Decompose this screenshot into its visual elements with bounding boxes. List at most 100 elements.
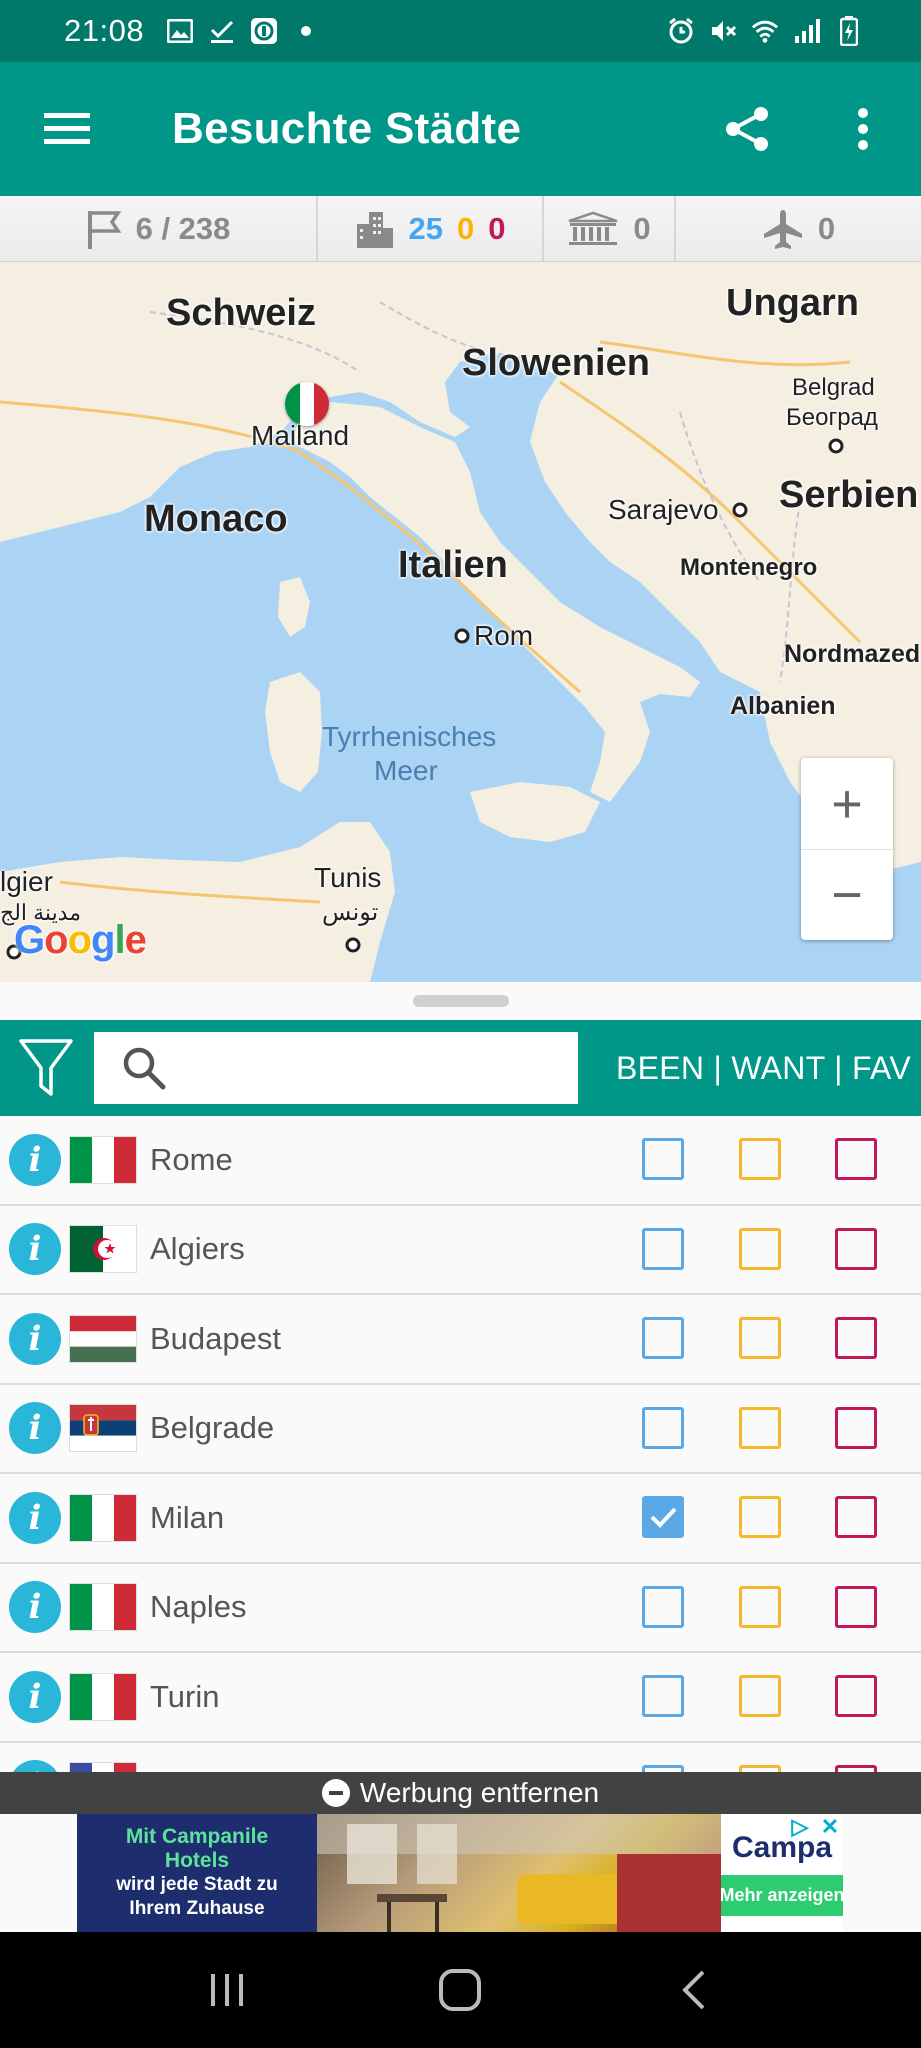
cities-fav-count: 0 <box>488 210 506 246</box>
want-checkbox[interactable] <box>739 1227 781 1270</box>
info-icon[interactable]: i <box>9 1581 61 1634</box>
google-logo: Google <box>14 918 147 962</box>
ad-text-panel: Mit Campanile Hotels wird jede Stadt zu … <box>77 1814 317 1932</box>
stats-bar: 6 / 238 25 0 0 0 0 <box>0 196 921 262</box>
been-checkbox[interactable] <box>642 1138 684 1180</box>
info-icon[interactable]: i <box>9 1133 61 1186</box>
info-icon[interactable]: i <box>9 1760 61 1772</box>
city-row[interactable]: i Belgrade <box>0 1385 921 1474</box>
city-row[interactable]: i <box>0 1743 921 1772</box>
filter-button[interactable] <box>0 1020 92 1116</box>
been-checkbox[interactable] <box>642 1227 684 1270</box>
info-icon[interactable]: i <box>9 1312 61 1365</box>
want-checkbox[interactable] <box>739 1406 781 1449</box>
want-checkbox[interactable] <box>739 1764 781 1772</box>
map-label-beograd: Београд <box>786 404 878 431</box>
menu-button[interactable] <box>0 62 134 196</box>
home-button[interactable] <box>415 1945 505 2035</box>
fav-checkbox[interactable] <box>835 1317 877 1359</box>
city-row[interactable]: i Rome <box>0 1116 921 1206</box>
signal-icon <box>793 17 821 45</box>
dot-icon <box>292 17 320 45</box>
search-input[interactable] <box>182 1051 562 1085</box>
fav-checkbox[interactable] <box>835 1675 877 1717</box>
city-name: Naples <box>150 1589 247 1625</box>
map-view[interactable]: Schweiz Ungarn Slowenien Belgrad Београд… <box>0 262 921 982</box>
been-checkbox[interactable] <box>642 1496 684 1538</box>
map-label-rom: Rom <box>474 620 534 651</box>
fav-checkbox[interactable] <box>835 1585 877 1628</box>
city-row[interactable]: i Algiers <box>0 1206 921 1295</box>
city-row[interactable]: i Turin <box>0 1653 921 1743</box>
been-checkbox[interactable] <box>642 1764 684 1772</box>
system-nav-bar <box>0 1932 921 2048</box>
fav-checkbox[interactable] <box>835 1138 877 1180</box>
cities-stat[interactable]: 25 0 0 <box>318 196 544 261</box>
map-label-albanien: Albanien <box>730 692 836 720</box>
cities-been-count: 25 <box>408 210 443 246</box>
panel-drag-handle-area[interactable] <box>0 982 921 1020</box>
status-time: 21:08 <box>64 13 145 48</box>
back-button[interactable] <box>649 1945 739 2035</box>
city-name: Rome <box>150 1141 233 1177</box>
ad-close-icon[interactable]: ✕ <box>817 1814 843 1840</box>
city-list[interactable]: i Rome i Algiers i Budapest i Belgrade i Milan i Na… <box>0 1116 921 1772</box>
zoom-controls: + − <box>801 758 893 940</box>
flag-it-icon <box>70 1494 136 1541</box>
more-options-button[interactable] <box>805 62 921 196</box>
drag-handle[interactable] <box>412 995 509 1007</box>
status-bar: 21:08 <box>0 0 921 62</box>
zoom-in-button[interactable]: + <box>801 758 893 849</box>
unesco-stat[interactable]: 0 <box>544 196 676 261</box>
city-row[interactable]: i Naples <box>0 1564 921 1653</box>
share-button[interactable] <box>689 62 805 196</box>
been-checkbox[interactable] <box>642 1675 684 1717</box>
been-checkbox[interactable] <box>642 1406 684 1449</box>
ad-controls: ▷ ✕ <box>787 1814 843 1840</box>
fav-checkbox[interactable] <box>835 1496 877 1538</box>
info-icon[interactable]: i <box>9 1491 61 1544</box>
city-row[interactable]: i Milan <box>0 1474 921 1564</box>
wifi-icon <box>751 17 779 45</box>
ad-hotel-photo <box>317 1814 721 1932</box>
flag-it-icon <box>70 1673 136 1720</box>
countries-stat[interactable]: 6 / 238 <box>0 196 318 261</box>
ad-sub-2: Ihrem Zuhause <box>129 1898 265 1919</box>
airports-count: 0 <box>817 210 836 246</box>
map-label-sarajevo: Sarajevo <box>608 494 719 525</box>
ad-headline-2: Hotels <box>164 1849 230 1872</box>
ad-banner[interactable]: Mit Campanile Hotels wird jede Stadt zu … <box>77 1814 843 1932</box>
been-checkbox[interactable] <box>642 1317 684 1359</box>
map-label-algier: lgier <box>0 866 53 897</box>
filter-icon <box>19 1039 73 1096</box>
unesco-count: 0 <box>633 210 651 246</box>
info-icon[interactable]: i <box>9 1223 61 1276</box>
want-checkbox[interactable] <box>739 1138 781 1180</box>
filter-bar: BEEN | WANT | FAV <box>0 1020 921 1116</box>
ad-choices-icon[interactable]: ▷ <box>787 1814 813 1840</box>
info-icon[interactable]: i <box>9 1670 61 1723</box>
city-row[interactable]: i Budapest <box>0 1295 921 1385</box>
map-label-tunis-ar: تونس <box>322 899 379 926</box>
app-bar: Besuchte Städte <box>0 62 921 196</box>
want-checkbox[interactable] <box>739 1585 781 1628</box>
info-icon[interactable]: i <box>9 1402 61 1455</box>
want-checkbox[interactable] <box>739 1675 781 1717</box>
been-checkbox[interactable] <box>642 1585 684 1628</box>
map-label-tyrrhenisches: Tyrrhenisches <box>322 721 497 752</box>
minus-circle-icon <box>321 1779 350 1807</box>
ad-cta-button[interactable]: Mehr anzeigen <box>707 1874 843 1916</box>
ad-headline-1: Mit Campanile <box>125 1825 269 1848</box>
recents-button[interactable] <box>182 1945 272 2035</box>
fav-checkbox[interactable] <box>835 1227 877 1270</box>
fav-checkbox[interactable] <box>835 1406 877 1449</box>
want-checkbox[interactable] <box>739 1496 781 1538</box>
flag-rs-icon <box>70 1405 136 1452</box>
search-box[interactable] <box>94 1032 578 1104</box>
remove-ads-button[interactable]: Werbung entfernen <box>0 1772 921 1814</box>
zoom-out-button[interactable]: − <box>801 849 893 940</box>
want-checkbox[interactable] <box>739 1317 781 1359</box>
fav-checkbox[interactable] <box>835 1764 877 1772</box>
flag-fr-icon <box>70 1763 136 1772</box>
airports-stat[interactable]: 0 <box>676 196 921 261</box>
